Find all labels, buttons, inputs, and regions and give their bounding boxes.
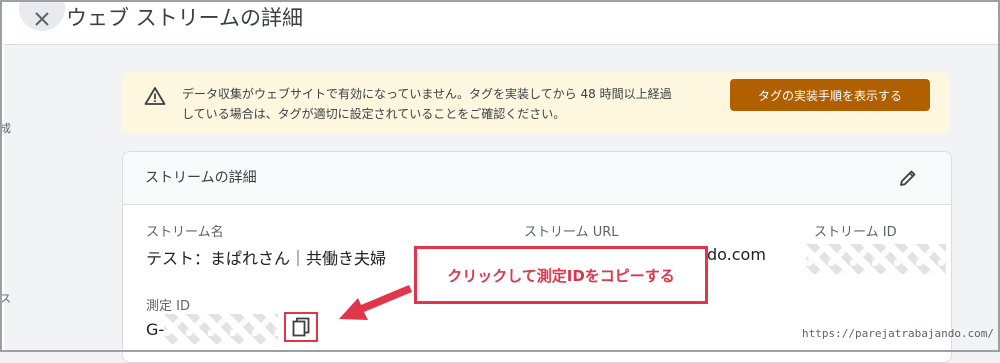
stream-name-label: ストリーム名: [146, 225, 224, 240]
measurement-id-prefix: G-: [146, 320, 165, 339]
stream-url-value: do.com: [707, 245, 766, 264]
gutter-text-bottom: ス: [0, 292, 11, 305]
show-tag-instructions-button[interactable]: タグの実装手順を表示する: [730, 79, 930, 111]
copy-icon: [292, 317, 310, 337]
dialog-header: ウェブ ストリームの詳細: [0, 0, 1000, 45]
warning-line-2: している場合は、タグが適切に設定されていることをご確認ください。: [182, 107, 566, 121]
left-gutter: 成 ス: [0, 44, 11, 352]
gutter-text-top: 成: [0, 122, 11, 135]
edit-button[interactable]: [896, 166, 920, 190]
close-icon: [35, 12, 49, 26]
card-header: ストリームの詳細: [123, 152, 951, 205]
warning-banner: データ収集がウェブサイトで有効になっていません。タグを実装してから 48 時間以…: [122, 72, 950, 134]
watermark-url: https://parejatrabajando.com/: [802, 327, 995, 340]
copy-measurement-id-button[interactable]: [284, 312, 318, 342]
annotation-arrow-icon: [339, 285, 412, 320]
annotation-callout: クリックして測定IDをコピーする: [414, 246, 708, 304]
stream-id-label: ストリーム ID: [814, 225, 897, 240]
measurement-id-redacted: [164, 314, 278, 344]
close-button[interactable]: [19, 0, 65, 31]
warning-message: データ収集がウェブサイトで有効になっていません。タグを実装してから 48 時間以…: [182, 84, 702, 124]
card-title: ストリームの詳細: [145, 170, 257, 186]
warning-line-1: データ収集がウェブサイトで有効になっていません。タグを実装してから 48 時間以…: [182, 87, 672, 101]
pencil-icon: [900, 170, 916, 186]
warning-icon: [144, 87, 166, 105]
stream-url-label: ストリーム URL: [524, 225, 619, 240]
measurement-id-label: 測定 ID: [146, 299, 190, 314]
stream-name-value: テスト：まぱれさん｜共働き夫婦: [146, 249, 387, 268]
stream-id-redacted: [806, 244, 946, 274]
page-title: ウェブ ストリームの詳細: [66, 6, 304, 30]
